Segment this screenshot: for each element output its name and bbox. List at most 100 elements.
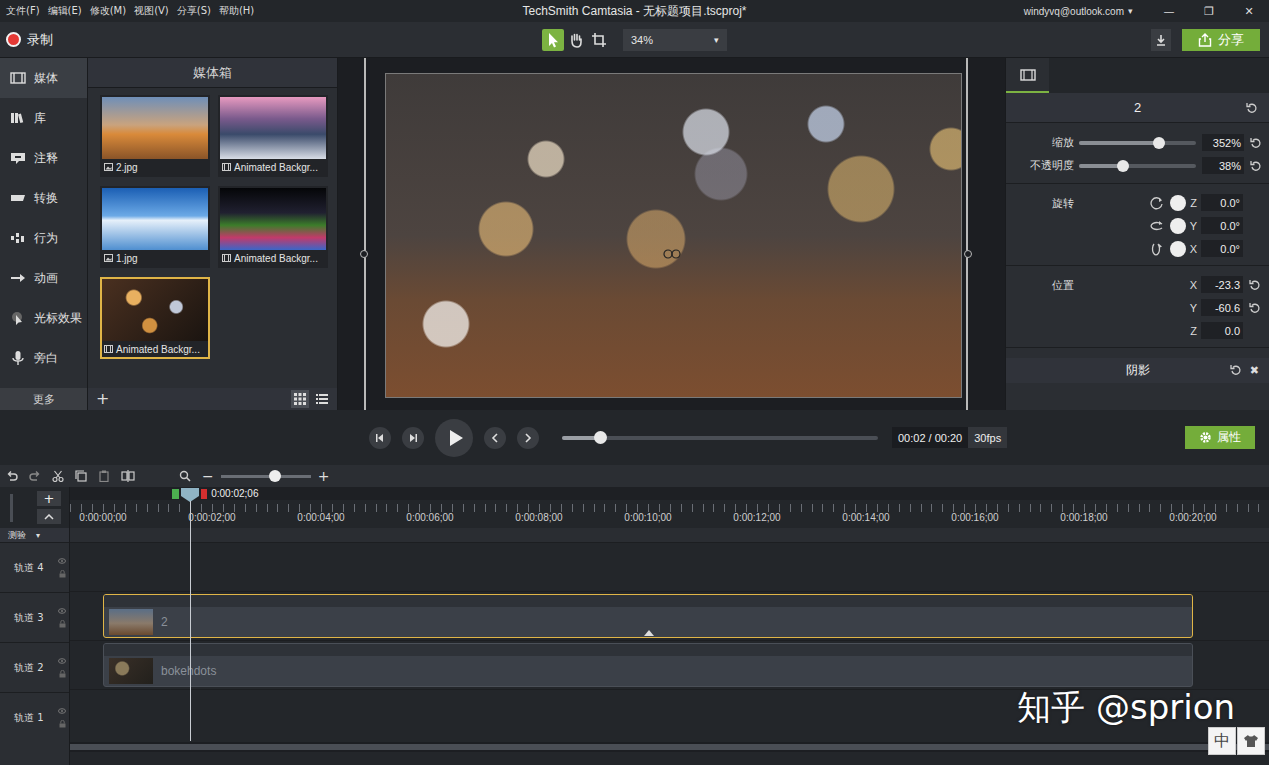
sidebar-item[interactable]: 光标效果 [0, 298, 87, 338]
eye-icon[interactable] [58, 558, 66, 564]
sidebar-item[interactable]: 行为 [0, 218, 87, 258]
timeline-clip[interactable]: 2 [103, 594, 1193, 638]
window-control-button[interactable]: ✕ [1229, 5, 1269, 18]
menu-item[interactable]: 帮助(H) [219, 4, 254, 18]
reset-icon[interactable] [1250, 137, 1262, 149]
paste-icon[interactable] [98, 470, 110, 482]
selection-end-handle[interactable] [201, 489, 207, 499]
media-item[interactable]: Animated Backgr... [100, 277, 210, 359]
lock-icon[interactable] [59, 620, 66, 628]
position-value-field[interactable]: -60.6 [1201, 299, 1243, 316]
position-value-field[interactable]: 0.0 [1201, 322, 1243, 339]
sidebar-item[interactable]: 注释 [0, 138, 87, 178]
lock-icon[interactable] [59, 720, 66, 728]
reset-icon[interactable] [1249, 302, 1261, 314]
position-value-field[interactable]: -23.3 [1201, 276, 1243, 293]
lock-icon[interactable] [59, 570, 66, 578]
track-header[interactable]: 轨道 4 [0, 542, 69, 592]
play-button[interactable] [435, 419, 473, 457]
property-value-field[interactable]: 352% [1202, 134, 1244, 151]
zoom-in-button[interactable]: + [318, 469, 330, 483]
rotation-value-field[interactable]: 0.0° [1201, 194, 1243, 211]
media-item[interactable]: Animated Backgr... [218, 95, 328, 177]
playback-scrubber[interactable] [562, 436, 878, 440]
menu-item[interactable]: 修改(M) [90, 4, 126, 18]
menu-item[interactable]: 分享(S) [177, 4, 211, 18]
select-tool-button[interactable] [542, 29, 564, 51]
menu-item[interactable]: 文件(F) [6, 4, 40, 18]
clip-marker-icon[interactable] [644, 630, 654, 636]
collapse-button[interactable] [37, 509, 61, 524]
add-track-button[interactable]: + [37, 491, 61, 506]
track-header[interactable]: 轨道 1 [0, 692, 69, 742]
record-button[interactable]: 录制 [6, 31, 53, 49]
rotation-value-field[interactable]: 0.0° [1201, 240, 1243, 257]
property-value-field[interactable]: 38% [1202, 157, 1244, 174]
reset-icon[interactable] [1250, 160, 1262, 172]
media-item[interactable]: 2.jpg [100, 95, 210, 177]
zoom-dropdown[interactable]: 34%▾ [623, 29, 727, 51]
center-handle-icon[interactable] [662, 249, 682, 259]
timeline-clip[interactable]: bokehdots [103, 643, 1193, 687]
window-control-button[interactable]: ❐ [1189, 5, 1229, 18]
copy-icon[interactable] [75, 470, 87, 482]
sidebar-item[interactable]: 库 [0, 98, 87, 138]
frame-handle[interactable] [964, 250, 972, 258]
scissors-icon[interactable] [52, 470, 64, 482]
eye-icon[interactable] [58, 608, 66, 614]
more-button[interactable]: 更多 [0, 388, 87, 410]
reset-icon[interactable] [1246, 102, 1258, 114]
track-height-slider[interactable] [10, 494, 13, 522]
timeline-scrollbar[interactable] [70, 742, 1269, 752]
redo-icon[interactable] [29, 470, 41, 482]
shadow-section-header[interactable]: 阴影✖ [1006, 358, 1269, 383]
ime-indicator[interactable]: 中 [1208, 727, 1265, 755]
previous-marker-button[interactable] [484, 427, 506, 449]
timeline-zoom-slider[interactable] [221, 475, 311, 478]
property-slider[interactable] [1079, 164, 1196, 168]
rotation-dial[interactable] [1170, 241, 1186, 257]
properties-button[interactable]: 属性 [1185, 426, 1255, 449]
track-header[interactable]: 轨道 2 [0, 642, 69, 692]
window-control-button[interactable]: — [1149, 5, 1189, 18]
visual-properties-tab[interactable] [1006, 58, 1049, 93]
fps-display[interactable]: 30fps [968, 427, 1007, 448]
frame-handle[interactable] [360, 250, 368, 258]
share-button[interactable]: 分享 [1182, 29, 1260, 51]
next-marker-button[interactable] [517, 427, 539, 449]
lock-icon[interactable] [59, 670, 66, 678]
media-item[interactable]: 1.jpg [100, 186, 210, 268]
download-button[interactable] [1151, 29, 1171, 51]
split-icon[interactable] [121, 470, 135, 482]
sidebar-item[interactable]: 动画 [0, 258, 87, 298]
menu-item[interactable]: 编辑(E) [48, 4, 82, 18]
undo-icon[interactable] [6, 470, 18, 482]
zoom-out-button[interactable]: − [202, 469, 214, 483]
quiz-track-header[interactable]: 测验▾ [0, 528, 69, 542]
track-header[interactable]: 轨道 3 [0, 592, 69, 642]
add-media-button[interactable]: + [96, 391, 109, 407]
account-menu[interactable]: windyvq@outlook.com▾ [1024, 6, 1133, 17]
grid-view-button[interactable] [291, 390, 309, 408]
rotation-dial[interactable] [1170, 218, 1186, 234]
pan-tool-button[interactable] [565, 29, 587, 51]
preview-video-frame[interactable] [385, 73, 962, 398]
property-slider[interactable] [1079, 141, 1196, 145]
remove-effect-button[interactable]: ✖ [1250, 365, 1259, 376]
sidebar-item[interactable]: 旁白 [0, 338, 87, 378]
reset-icon[interactable] [1230, 364, 1242, 376]
list-view-button[interactable] [313, 390, 331, 408]
eye-icon[interactable] [58, 708, 66, 714]
reset-icon[interactable] [1249, 279, 1261, 291]
menu-item[interactable]: 视图(V) [134, 4, 169, 18]
sidebar-item[interactable]: 媒体 [0, 58, 87, 98]
rotation-value-field[interactable]: 0.0° [1201, 217, 1243, 234]
selection-start-handle[interactable] [172, 489, 179, 499]
rotation-dial[interactable] [1170, 195, 1186, 211]
previous-frame-button[interactable] [369, 427, 391, 449]
next-frame-button[interactable] [402, 427, 424, 449]
eye-icon[interactable] [58, 658, 66, 664]
media-item[interactable]: Animated Backgr... [218, 186, 328, 268]
sidebar-item[interactable]: 转换 [0, 178, 87, 218]
crop-tool-button[interactable] [588, 29, 610, 51]
